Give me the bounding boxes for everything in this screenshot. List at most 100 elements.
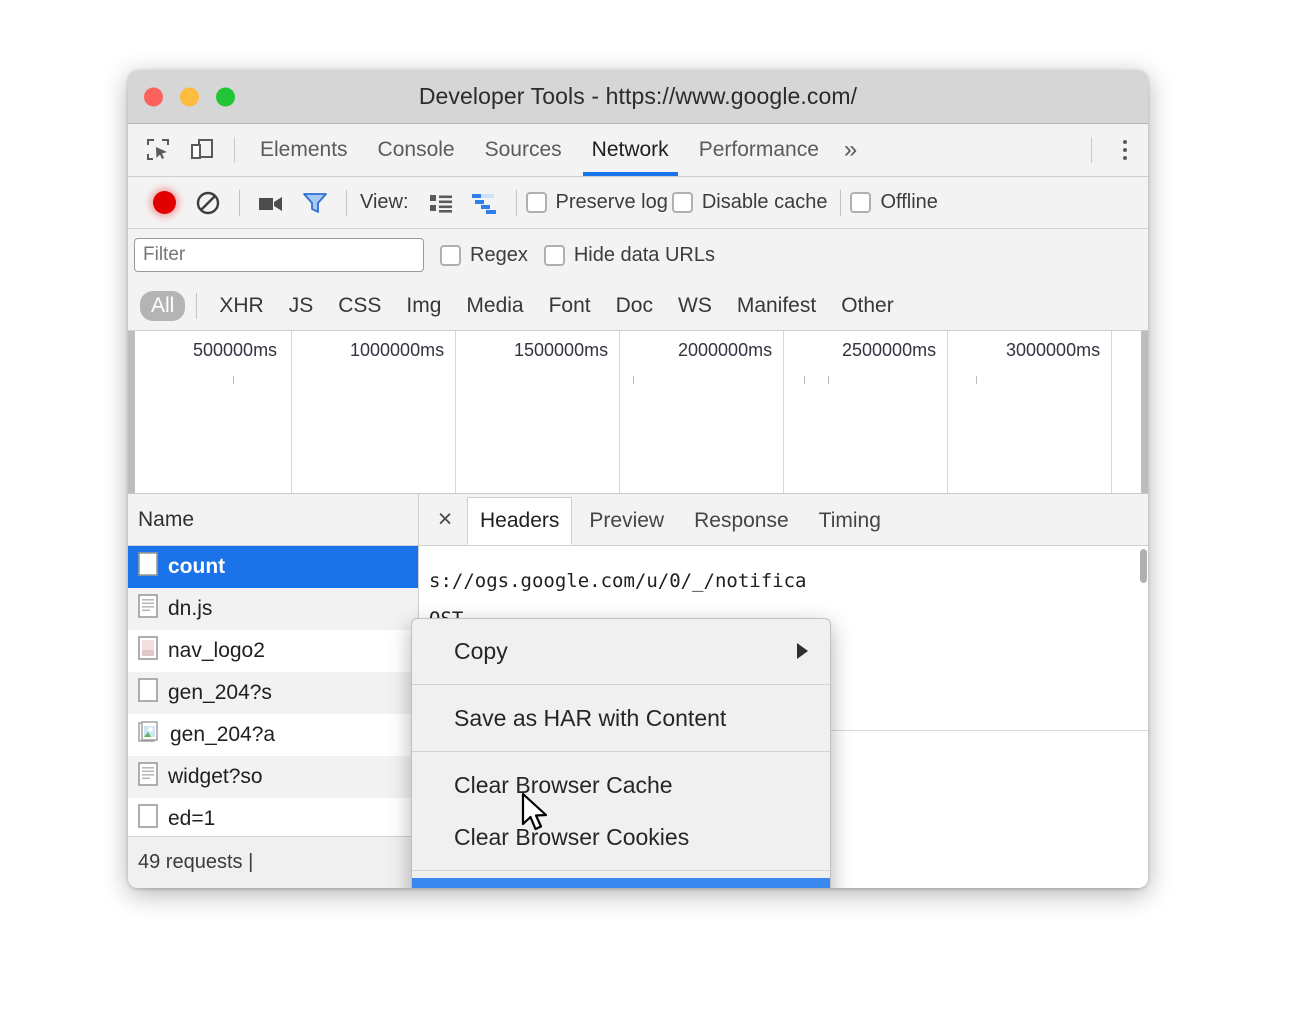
tab-response[interactable]: Response (681, 497, 802, 545)
overview-tick-label: 1000000ms (350, 340, 444, 361)
type-filter-doc[interactable]: Doc (605, 291, 664, 321)
menu-separator (412, 751, 830, 752)
regex-checkbox[interactable]: Regex (440, 244, 528, 267)
clear-button[interactable] (186, 181, 230, 225)
menu-item-copy[interactable]: Copy (412, 625, 830, 677)
regex-label: Regex (470, 244, 528, 267)
menu-item-save-as-har-with-content[interactable]: Save as HAR with Content (412, 692, 830, 744)
table-row[interactable]: widget?so (128, 756, 418, 798)
filter-icon[interactable] (293, 181, 337, 225)
toolbar-divider-1 (239, 190, 240, 216)
detail-line: s://ogs.google.com/u/0/_/notifica (419, 562, 1148, 600)
table-row[interactable]: gen_204?s (128, 672, 418, 714)
blank-document-icon (138, 804, 158, 834)
type-filter-ws[interactable]: WS (667, 291, 723, 321)
inspect-element-icon[interactable] (136, 124, 180, 176)
menu-item-replay-xhr[interactable]: Replay XHR (412, 878, 830, 888)
type-filter-manifest[interactable]: Manifest (726, 291, 827, 321)
hide-data-urls-box[interactable] (544, 245, 565, 266)
tab-sources[interactable]: Sources (470, 124, 577, 176)
devtools-tabstrip: Elements Console Sources Network Perform… (128, 124, 1148, 177)
request-name: ed=1 (168, 807, 215, 831)
detail-scrollbar[interactable] (1139, 546, 1148, 888)
preserve-log-box[interactable] (526, 192, 547, 213)
menu-item-clear-browser-cookies[interactable]: Clear Browser Cookies (412, 811, 830, 863)
tab-console[interactable]: Console (363, 124, 470, 176)
context-menu[interactable]: Copy Save as HAR with Content Clear Brow… (411, 618, 831, 888)
type-filter-media[interactable]: Media (455, 291, 534, 321)
detail-scrollbar-thumb[interactable] (1140, 549, 1147, 583)
tab-preview[interactable]: Preview (576, 497, 677, 545)
disable-cache-label: Disable cache (702, 191, 828, 214)
menu-item-clear-browser-cache[interactable]: Clear Browser Cache (412, 759, 830, 811)
close-window-button[interactable] (144, 87, 163, 106)
tab-elements[interactable]: Elements (245, 124, 363, 176)
network-overview[interactable]: 500000ms 1000000ms 1500000ms 2000000ms 2… (128, 331, 1148, 494)
menu-item-label: Copy (454, 638, 508, 665)
type-filter-js[interactable]: JS (278, 291, 325, 321)
request-name: dn.js (168, 597, 212, 621)
view-label: View: (360, 191, 409, 214)
disable-cache-box[interactable] (672, 192, 693, 213)
filter-row: Regex Hide data URLs (128, 229, 1148, 281)
table-row[interactable]: count (128, 546, 418, 588)
hide-data-urls-checkbox[interactable]: Hide data URLs (544, 244, 715, 267)
table-row[interactable]: ed=1 (128, 798, 418, 836)
request-list-pane: Name count (128, 494, 419, 888)
tabstrip-spacer (867, 124, 1081, 176)
menu-item-label: Save as HAR with Content (454, 705, 726, 732)
table-row[interactable]: gen_204?a (128, 714, 418, 756)
overview-event-tick (828, 376, 829, 384)
maximize-window-button[interactable] (216, 87, 235, 106)
tabstrip-divider (234, 137, 235, 163)
type-filter-font[interactable]: Font (538, 291, 602, 321)
device-toolbar-icon[interactable] (180, 124, 224, 176)
more-tabs-icon[interactable]: » (834, 124, 867, 176)
script-document-icon (138, 762, 158, 792)
type-filter-all[interactable]: All (140, 291, 185, 321)
toolbar-divider-3 (516, 190, 517, 216)
hide-data-urls-label: Hide data URLs (574, 244, 715, 267)
tab-network[interactable]: Network (577, 124, 684, 176)
offline-checkbox[interactable]: Offline (850, 191, 937, 214)
record-button[interactable] (142, 181, 186, 225)
regex-box[interactable] (440, 245, 461, 266)
list-view-icon[interactable] (419, 181, 463, 225)
type-filter-img[interactable]: Img (395, 291, 452, 321)
capture-screenshots-icon[interactable] (249, 181, 293, 225)
disable-cache-checkbox[interactable]: Disable cache (672, 191, 828, 214)
window-title: Developer Tools - https://www.google.com… (128, 83, 1148, 110)
overview-handle-left[interactable] (128, 331, 135, 493)
table-row[interactable]: nav_logo2 (128, 630, 418, 672)
menu-separator (412, 870, 830, 871)
request-list[interactable]: count (128, 546, 418, 836)
offline-box[interactable] (850, 192, 871, 213)
preserve-log-checkbox[interactable]: Preserve log (526, 191, 668, 214)
close-icon[interactable]: × (425, 494, 465, 545)
overview-event-tick (233, 376, 234, 384)
type-filter-xhr[interactable]: XHR (208, 291, 274, 321)
overview-handle-right[interactable] (1141, 331, 1148, 493)
window-traffic-lights (144, 87, 235, 106)
submenu-arrow-icon (797, 643, 808, 659)
minimize-window-button[interactable] (180, 87, 199, 106)
type-filter-divider (196, 293, 197, 319)
kebab-menu-icon[interactable] (1102, 124, 1148, 176)
tab-headers[interactable]: Headers (467, 497, 572, 545)
image-document-icon (138, 636, 158, 666)
type-filter-css[interactable]: CSS (327, 291, 392, 321)
waterfall-view-icon[interactable] (463, 181, 507, 225)
blank-document-icon (138, 678, 158, 708)
toolbar-divider-4 (840, 190, 841, 216)
tabstrip-divider-right (1091, 137, 1092, 163)
tab-performance[interactable]: Performance (684, 124, 834, 176)
type-filter-other[interactable]: Other (830, 291, 905, 321)
filter-input[interactable] (134, 238, 424, 272)
preserve-log-label: Preserve log (556, 191, 668, 214)
overview-tick-label: 2000000ms (678, 340, 772, 361)
menu-item-label: Clear Browser Cookies (454, 824, 689, 851)
table-row[interactable]: dn.js (128, 588, 418, 630)
tab-timing[interactable]: Timing (806, 497, 894, 545)
overview-tick-label: 500000ms (193, 340, 277, 361)
column-header-name[interactable]: Name (128, 494, 418, 546)
